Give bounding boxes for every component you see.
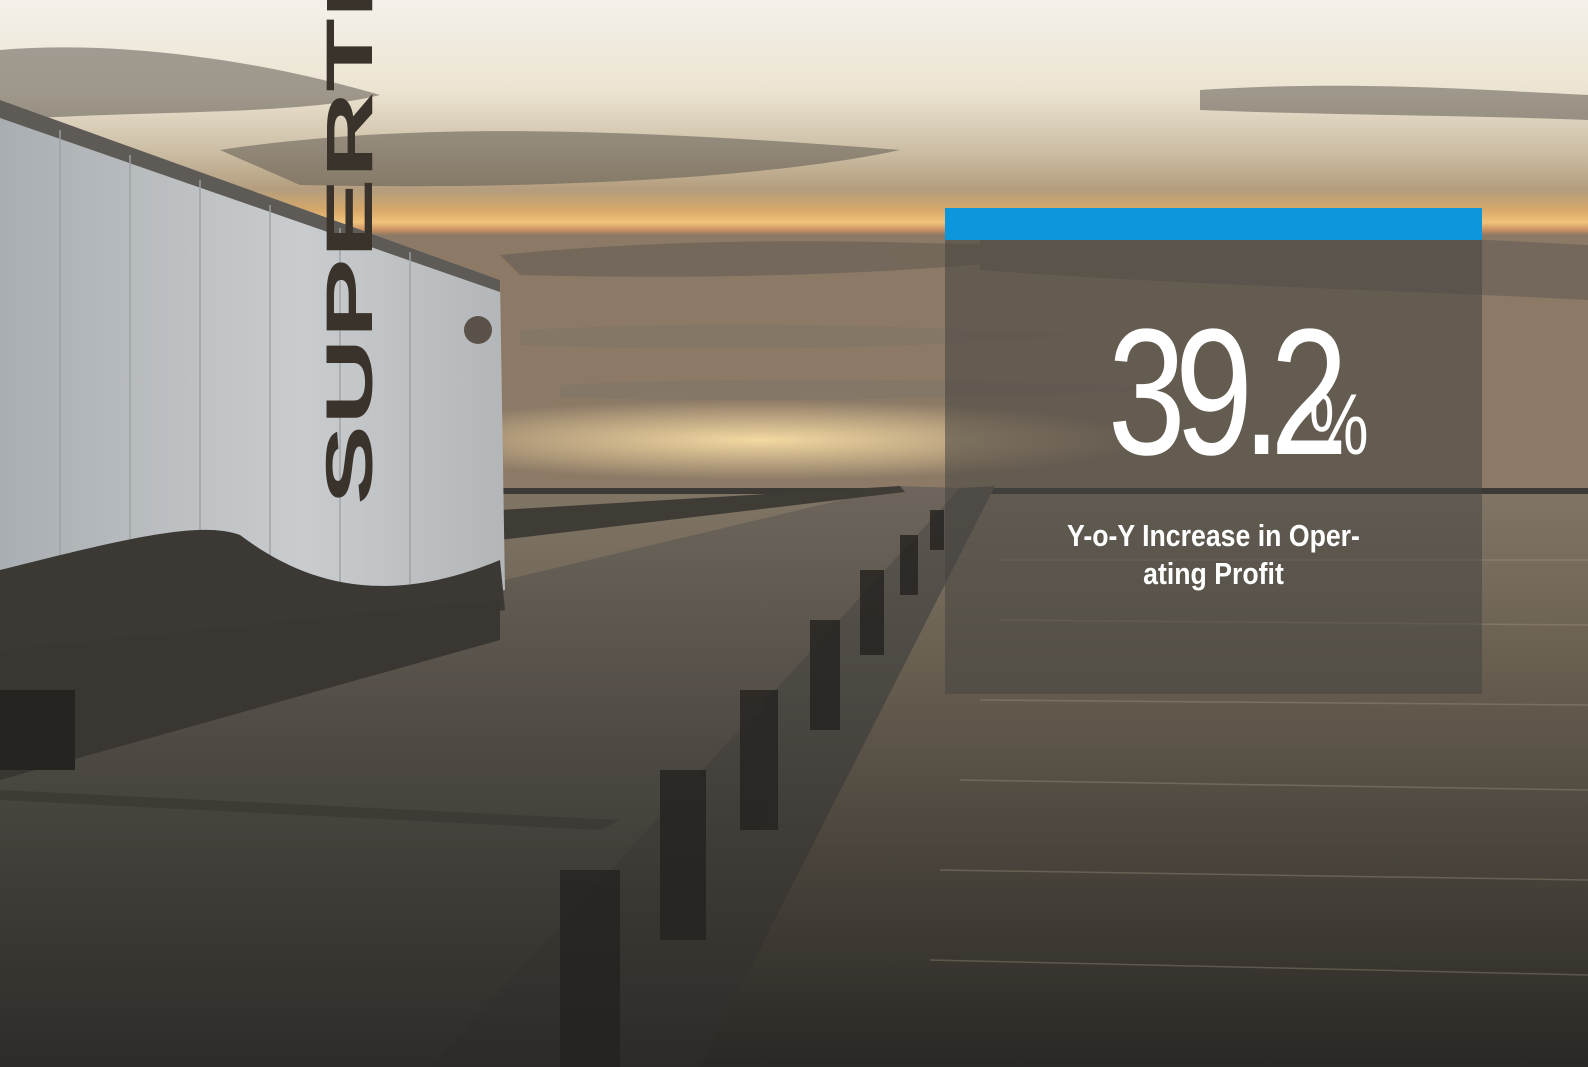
trailer-brand-text: SUPERTRUCK [312, 0, 386, 505]
stat-caption-line-1: Y-o-Y Increase in Oper- [1067, 518, 1360, 553]
stat-unit: % [1309, 377, 1369, 473]
stat-caption: Y-o-Y Increase in Oper- ating Profit [985, 517, 1442, 593]
stat-value: 39.2% [945, 303, 1482, 483]
stat-caption-line-2: ating Profit [1143, 556, 1284, 591]
stat-card: 39.2% Y-o-Y Increase in Oper- ating Prof… [945, 208, 1482, 694]
hero-photo: SUPERTRUCK 39.2% Y-o-Y Increase in Oper-… [0, 0, 1588, 1067]
stat-number: 39.2 [1107, 292, 1349, 493]
accent-bar [945, 208, 1482, 240]
